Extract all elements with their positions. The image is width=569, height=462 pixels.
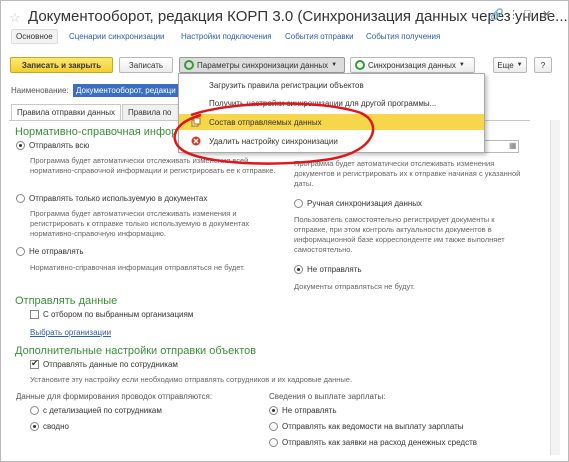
sync-params-icon — [184, 60, 194, 70]
save-close-button[interactable]: Записать и закрыть — [10, 57, 113, 73]
radio-button[interactable] — [294, 199, 303, 208]
window-title: Документооборот, редакция КОРП 3.0 (Синх… — [28, 8, 568, 25]
radio-button[interactable] — [30, 406, 39, 415]
radio-label: Отправлять как заявки на расход денежных… — [282, 438, 477, 447]
radio-label: Ручная синхронизация данных — [307, 199, 423, 208]
extra-header: Дополнительные настройки отправки объект… — [15, 345, 257, 357]
send-used-desc: Программа будет автоматически отслеживат… — [30, 209, 250, 238]
menu-item-load-rules[interactable]: Загрузить правила регистрации объектов — [179, 77, 484, 93]
radio-label: Не отправлять — [307, 265, 362, 274]
radio-no-send-nsi[interactable]: Не отправлять — [16, 247, 84, 256]
chevron-down-icon: ▼ — [516, 62, 523, 68]
radio-label: Отправлять всю — [29, 141, 90, 150]
more-button[interactable]: Еще ▼ — [493, 57, 527, 73]
checkbox-label: С отбором по выбранным организациям — [43, 310, 194, 319]
radio-no-send-docs[interactable]: Не отправлять — [294, 265, 362, 274]
checkbox-label: Отправлять данные по сотрудникам — [43, 360, 178, 369]
save-button[interactable]: Записать — [119, 57, 173, 73]
postings-label: Данные для формирования проводок отправл… — [16, 392, 213, 401]
radio-button[interactable] — [269, 406, 278, 415]
tab-send-rules[interactable]: Правила отправки данных — [11, 104, 121, 121]
manual-desc: Пользователь самостоятельно регистрирует… — [294, 215, 505, 254]
send-employees-desc: Установите эту настройку если необходимо… — [30, 375, 353, 384]
chevron-down-icon: ▼ — [331, 62, 338, 68]
nav-tab-receive-events[interactable]: События получения — [366, 32, 440, 41]
choose-orgs-link[interactable]: Выбрать организации — [30, 328, 111, 337]
radio-button[interactable] — [16, 141, 25, 150]
radio-label: сводно — [43, 422, 69, 431]
nav-tab-scenarios[interactable]: Сценарии синхронизации — [69, 32, 165, 41]
sync-params-label: Параметры синхронизации данных — [197, 60, 329, 70]
nav-tab-main[interactable]: Основное — [11, 29, 58, 44]
radio-manual-sync[interactable]: Ручная синхронизация данных — [294, 199, 422, 208]
send-data-header: Отправлять данные — [15, 295, 118, 307]
radio-button[interactable] — [269, 422, 278, 431]
nsi-header: Нормативно-справочная информа — [15, 126, 182, 138]
radio-label: Отправлять только используемую в докумен… — [29, 194, 208, 203]
scrollbar[interactable] — [550, 120, 560, 455]
nav-tab-send-events[interactable]: События отправки — [285, 32, 354, 41]
close-icon[interactable]: ✕ — [542, 8, 551, 21]
maximize-icon[interactable]: □ — [524, 8, 531, 20]
radio-button[interactable] — [269, 438, 278, 447]
calendar-icon[interactable]: ▦ — [509, 141, 517, 150]
more-label: Еще — [497, 60, 514, 70]
link-icon[interactable]: 🔗 — [490, 8, 504, 21]
radio-button[interactable] — [16, 247, 25, 256]
chevron-down-icon: ▼ — [458, 62, 465, 68]
star-icon[interactable]: ☆ — [9, 10, 21, 26]
no-send-nsi-desc: Нормативно-справочная информация отправл… — [30, 263, 245, 272]
radio-label: Не отправлять — [29, 247, 84, 256]
radio-salary-statement[interactable]: Отправлять как ведомости на выплату зарп… — [269, 422, 464, 431]
radio-label: Не отправлять — [282, 406, 337, 415]
checkbox[interactable] — [30, 310, 39, 319]
help-button[interactable]: ? — [534, 57, 552, 73]
sync-data-label: Синхронизация данных — [368, 60, 456, 70]
radio-send-all[interactable]: Отправлять всю — [16, 141, 89, 150]
checkbox[interactable] — [30, 358, 39, 369]
sync-data-icon — [355, 60, 365, 70]
radio-summary[interactable]: сводно — [30, 422, 69, 431]
radio-button[interactable] — [30, 422, 39, 431]
more-icon[interactable]: ⋮ — [508, 8, 519, 21]
radio-detail[interactable]: с детализацией по сотрудникам — [30, 406, 162, 415]
radio-salary-no[interactable]: Не отправлять — [269, 406, 337, 415]
radio-send-used[interactable]: Отправлять только используемую в докумен… — [16, 194, 207, 203]
annotation-ellipse — [173, 102, 375, 165]
sync-data-button[interactable]: Синхронизация данных ▼ — [350, 57, 475, 73]
radio-button[interactable] — [294, 265, 303, 274]
radio-salary-request[interactable]: Отправлять как заявки на расход денежных… — [269, 438, 477, 447]
no-send-docs-desc: Документы отправляться не будут. — [294, 282, 415, 291]
checkbox-send-employees[interactable]: Отправлять данные по сотрудникам — [30, 358, 178, 369]
salary-label: Сведения о выплате зарплаты: — [269, 392, 386, 401]
radio-button[interactable] — [16, 194, 25, 203]
radio-label: Отправлять как ведомости на выплату зарп… — [282, 422, 464, 431]
sync-params-button[interactable]: Параметры синхронизации данных ▼ — [179, 57, 345, 73]
name-label: Наименование: — [11, 86, 69, 95]
checkbox-by-orgs[interactable]: С отбором по выбранным организациям — [30, 310, 193, 319]
app-window: ☆ Документооборот, редакция КОРП 3.0 (Си… — [0, 0, 569, 462]
nav-tab-connection[interactable]: Настройки подключения — [181, 32, 272, 41]
radio-label: с детализацией по сотрудникам — [43, 406, 162, 415]
